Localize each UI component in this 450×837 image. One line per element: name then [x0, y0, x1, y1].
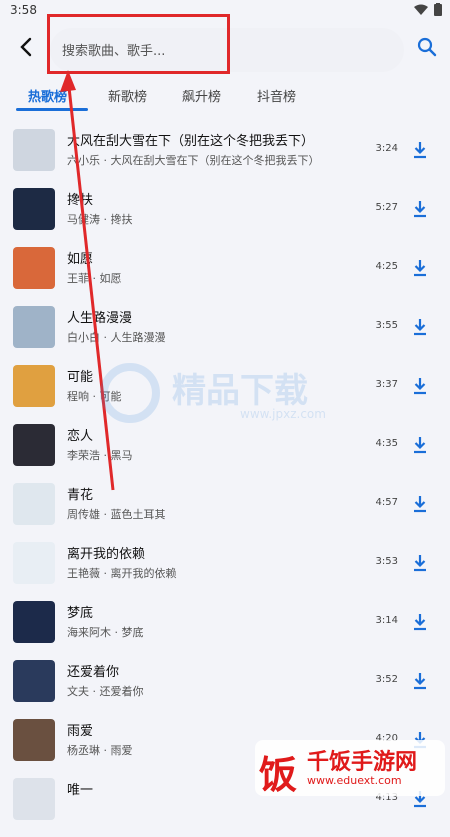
song-subtitle: 李荣浩 · 黑马 — [67, 449, 133, 462]
album-cover — [13, 188, 55, 230]
back-arrow-icon[interactable] — [14, 34, 40, 60]
song-duration: 3:14 — [375, 615, 398, 626]
song-subtitle: 王菲 · 如愿 — [67, 272, 122, 285]
tab-hot[interactable]: 热歌榜 — [28, 86, 67, 105]
download-icon[interactable] — [412, 141, 428, 159]
download-icon[interactable] — [412, 259, 428, 277]
wifi-icon — [414, 4, 428, 15]
song-row[interactable]: 还爱着你文夫 · 还爱着你 3:52 — [0, 660, 450, 719]
album-cover — [13, 660, 55, 702]
song-row[interactable]: 离开我的依赖王艳薇 · 离开我的依赖 3:53 — [0, 542, 450, 601]
song-title: 人生路漫漫 — [67, 311, 133, 326]
download-icon[interactable] — [412, 613, 428, 631]
song-row[interactable]: 搀扶马健涛 · 搀扶 5:27 — [0, 188, 450, 247]
song-duration: 4:35 — [375, 438, 398, 449]
search-icon[interactable] — [416, 36, 438, 58]
song-title: 如愿 — [67, 252, 94, 267]
song-subtitle: 白小白 · 人生路漫漫 — [67, 331, 166, 344]
song-subtitle: 海来阿木 · 梦底 — [67, 626, 144, 639]
song-duration: 3:52 — [375, 674, 398, 685]
album-cover — [13, 424, 55, 466]
song-subtitle: 文夫 · 还爱着你 — [67, 685, 144, 698]
song-duration: 3:24 — [375, 143, 398, 154]
logo-name: 千饭手游网 — [307, 750, 418, 775]
watermark-text: 精品下载 — [172, 371, 308, 411]
album-cover — [13, 247, 55, 289]
song-subtitle: 马健涛 · 搀扶 — [67, 213, 133, 226]
song-row[interactable]: 如愿王菲 · 如愿 4:25 — [0, 247, 450, 306]
battery-icon — [434, 3, 442, 16]
download-icon[interactable] — [412, 436, 428, 454]
album-cover — [13, 601, 55, 643]
song-duration: 3:55 — [375, 320, 398, 331]
song-title: 梦底 — [67, 606, 94, 621]
site-logo: 饭 千饭手游网 www.eduext.com — [255, 740, 445, 797]
status-time: 3:58 — [10, 3, 37, 17]
album-cover — [13, 365, 55, 407]
download-icon[interactable] — [412, 318, 428, 336]
song-title: 可能 — [67, 370, 94, 385]
song-subtitle: 杨丞琳 · 雨爱 — [67, 744, 133, 757]
album-cover — [13, 542, 55, 584]
song-title: 还爱着你 — [67, 665, 120, 680]
download-icon[interactable] — [412, 495, 428, 513]
song-duration: 4:57 — [375, 497, 398, 508]
logo-url: www.eduext.com — [307, 774, 402, 787]
song-title: 青花 — [67, 488, 94, 503]
song-row[interactable]: 青花周传雄 · 蓝色土耳其 4:57 — [0, 483, 450, 542]
song-duration: 4:25 — [375, 261, 398, 272]
song-title: 雨爱 — [67, 724, 94, 739]
song-title: 离开我的依赖 — [67, 547, 146, 562]
album-cover — [13, 129, 55, 171]
download-icon[interactable] — [412, 377, 428, 395]
song-subtitle: 王艳薇 · 离开我的依赖 — [67, 567, 177, 580]
song-title: 搀扶 — [67, 193, 94, 208]
watermark-url: www.jpxz.com — [240, 407, 326, 421]
watermark-logo-icon — [100, 363, 160, 423]
tab-douyin[interactable]: 抖音榜 — [257, 86, 296, 105]
song-row[interactable]: 梦底海来阿木 · 梦底 3:14 — [0, 601, 450, 660]
watermark: 精品下载 www.jpxz.com — [100, 355, 360, 435]
download-icon[interactable] — [412, 672, 428, 690]
album-cover — [13, 483, 55, 525]
tab-rising[interactable]: 飙升榜 — [182, 86, 221, 105]
song-title: 恋人 — [67, 429, 94, 444]
logo-glyph-icon: 饭 — [259, 753, 298, 797]
song-duration: 3:53 — [375, 556, 398, 567]
tab-new[interactable]: 新歌榜 — [108, 86, 147, 105]
tab-indicator — [16, 108, 88, 111]
album-cover — [13, 306, 55, 348]
song-title: 唯一 — [67, 783, 94, 798]
song-subtitle: 六小乐 · 大风在刮大雪在下（别在这个冬把我丢下） — [67, 154, 320, 167]
song-subtitle: 周传雄 · 蓝色土耳其 — [67, 508, 166, 521]
song-duration: 3:37 — [375, 379, 398, 390]
album-cover — [13, 778, 55, 820]
download-icon[interactable] — [412, 200, 428, 218]
album-cover — [13, 719, 55, 761]
annotation-highlight-box — [47, 14, 230, 74]
download-icon[interactable] — [412, 554, 428, 572]
song-duration: 5:27 — [375, 202, 398, 213]
status-icons — [414, 3, 442, 16]
song-title: 大风在刮大雪在下（别在这个冬把我丢下） — [67, 134, 315, 149]
song-row[interactable]: 大风在刮大雪在下（别在这个冬把我丢下） 六小乐 · 大风在刮大雪在下（别在这个冬把… — [0, 129, 450, 188]
